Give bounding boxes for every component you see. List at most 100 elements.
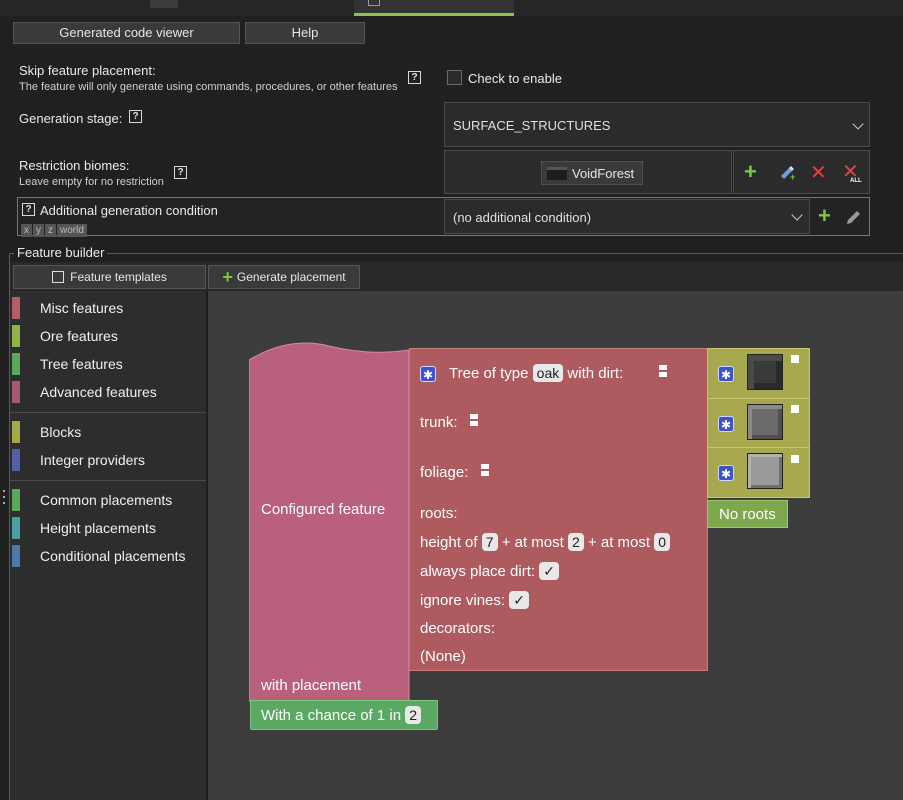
feature-templates-button[interactable]: Feature templates: [13, 265, 206, 289]
additional-condition-value: (no additional condition): [453, 210, 592, 225]
category-color: [12, 353, 20, 375]
dependency-tag-z: z: [45, 224, 56, 237]
block-mutator-gear-icon[interactable]: ✱: [718, 416, 734, 432]
always-place-dirt-checkbox[interactable]: ✓: [539, 562, 559, 580]
category-color: [12, 489, 20, 511]
biome-chip[interactable]: VoidForest: [541, 161, 643, 185]
plus-icon: +: [222, 267, 233, 287]
category-color: [12, 449, 20, 471]
tree-type-dropdown[interactable]: oak: [532, 364, 564, 382]
add-condition-icon[interactable]: +: [818, 205, 831, 227]
category-height-placements[interactable]: Height placements: [10, 514, 208, 542]
height-random-b-field[interactable]: 0: [654, 533, 671, 551]
input-cube-icon: [470, 414, 478, 426]
block-texture-dirt[interactable]: [747, 354, 783, 390]
decorators-label: decorators:: [420, 620, 496, 637]
editor-tab-active[interactable]: [354, 0, 514, 16]
restriction-biomes-sublabel: Leave empty for no restriction: [19, 176, 164, 188]
skip-feature-checkbox[interactable]: [447, 70, 462, 85]
category-integer-providers[interactable]: Integer providers: [10, 446, 208, 474]
category-blocks[interactable]: Blocks: [10, 418, 208, 446]
palette-divider: [10, 412, 208, 413]
category-tree-features[interactable]: Tree features: [10, 350, 208, 378]
input-cube-icon: [791, 355, 799, 363]
restriction-biomes-label: Restriction biomes:: [19, 158, 130, 173]
category-common-placements[interactable]: Common placements: [10, 486, 208, 514]
input-cube-icon: [659, 365, 667, 377]
category-color: [12, 421, 20, 443]
generation-stage-help-icon[interactable]: ?: [129, 110, 142, 123]
svg-text:+: +: [790, 172, 795, 181]
help-button[interactable]: Help: [245, 22, 365, 44]
block-texture-log[interactable]: [747, 404, 783, 440]
block-mutator-gear-icon[interactable]: ✱: [718, 465, 734, 481]
block-divider: [707, 398, 810, 399]
remove-all-biomes-icon[interactable]: ✕ ALL: [842, 162, 862, 186]
biome-actions: + + ✕ ✕ ALL: [733, 150, 870, 194]
configured-feature-block-shape[interactable]: [249, 336, 411, 716]
splitter-handle[interactable]: [2, 490, 6, 508]
chance-row: With a chance of 1 in 2: [261, 706, 422, 724]
no-roots-label: No roots: [719, 506, 776, 523]
block-mutator-gear-icon[interactable]: ✱: [718, 366, 734, 382]
generated-code-viewer-button[interactable]: Generated code viewer: [13, 22, 240, 44]
dependency-tag-y: y: [33, 224, 44, 237]
category-color: [12, 297, 20, 319]
dependency-tag-x: x: [21, 224, 32, 237]
configured-feature-label: Configured feature: [261, 501, 386, 518]
chance-value-field[interactable]: 2: [405, 706, 422, 724]
height-row: height of 7 + at most 2 + at most 0: [420, 533, 671, 551]
restriction-biomes-list[interactable]: VoidForest: [444, 150, 732, 194]
category-color: [12, 325, 20, 347]
ignore-vines-checkbox[interactable]: ✓: [509, 591, 529, 609]
category-misc-features[interactable]: Misc features: [10, 294, 208, 322]
templates-icon: [52, 271, 65, 283]
skip-feature-label: Skip feature placement:: [19, 63, 156, 78]
additional-condition-label: Additional generation condition: [40, 203, 218, 218]
tab-icon: [368, 0, 380, 6]
category-color: [12, 381, 20, 403]
generation-stage-value: SURFACE_STRUCTURES: [453, 118, 611, 133]
skip-feature-checkbox-label[interactable]: Check to enable: [468, 71, 562, 86]
skip-feature-sublabel: The feature will only generate using com…: [19, 81, 398, 93]
palette-divider: [10, 480, 208, 481]
additional-condition-select[interactable]: (no additional condition): [444, 199, 810, 234]
tree-mutator-gear-icon[interactable]: ✱: [420, 366, 436, 382]
biome-icon: [547, 167, 567, 180]
restriction-biomes-help-icon[interactable]: ?: [174, 166, 187, 179]
always-place-dirt-row: always place dirt: ✓: [420, 562, 559, 580]
height-random-a-field[interactable]: 2: [567, 533, 584, 551]
chevron-down-icon: [791, 209, 803, 221]
remove-biome-icon[interactable]: ✕: [810, 163, 827, 183]
roots-label: roots:: [420, 505, 458, 522]
block-palette: Misc features Ore features Tree features…: [10, 291, 208, 800]
additional-condition-help-icon[interactable]: ?: [22, 203, 35, 216]
editor-tab[interactable]: [150, 0, 178, 8]
category-color: [12, 517, 20, 539]
chevron-down-icon: [852, 118, 864, 130]
edit-biome-icon[interactable]: +: [778, 163, 796, 182]
trunk-label: trunk:: [420, 414, 458, 431]
height-base-field[interactable]: 7: [481, 533, 498, 551]
category-color: [12, 545, 20, 567]
ignore-vines-row: ignore vines: ✓: [420, 591, 529, 609]
add-biome-icon[interactable]: +: [744, 161, 757, 183]
skip-feature-help-icon[interactable]: ?: [408, 71, 421, 84]
biome-chip-label: VoidForest: [572, 166, 635, 181]
chance-placement-block[interactable]: With a chance of 1 in 2: [250, 700, 438, 730]
category-ore-features[interactable]: Ore features: [10, 322, 208, 350]
decorators-none-label: (None): [420, 648, 466, 665]
condition-dependency-tags: x y z world: [21, 220, 88, 238]
category-conditional-placements[interactable]: Conditional placements: [10, 542, 208, 570]
tree-type-row: Tree of type oak with dirt:: [449, 364, 624, 382]
block-texture-leaves[interactable]: [747, 453, 783, 489]
generation-stage-select[interactable]: SURFACE_STRUCTURES: [444, 102, 870, 147]
edit-condition-icon[interactable]: [845, 208, 863, 226]
no-roots-block[interactable]: No roots: [707, 500, 788, 528]
feature-builder-legend: Feature builder: [14, 245, 108, 260]
input-cube-icon: [481, 464, 489, 476]
with-placement-label: with placement: [261, 677, 362, 694]
generate-placement-button[interactable]: + Generate placement: [208, 265, 360, 289]
category-advanced-features[interactable]: Advanced features: [10, 378, 208, 406]
generation-stage-label: Generation stage:: [19, 111, 123, 126]
